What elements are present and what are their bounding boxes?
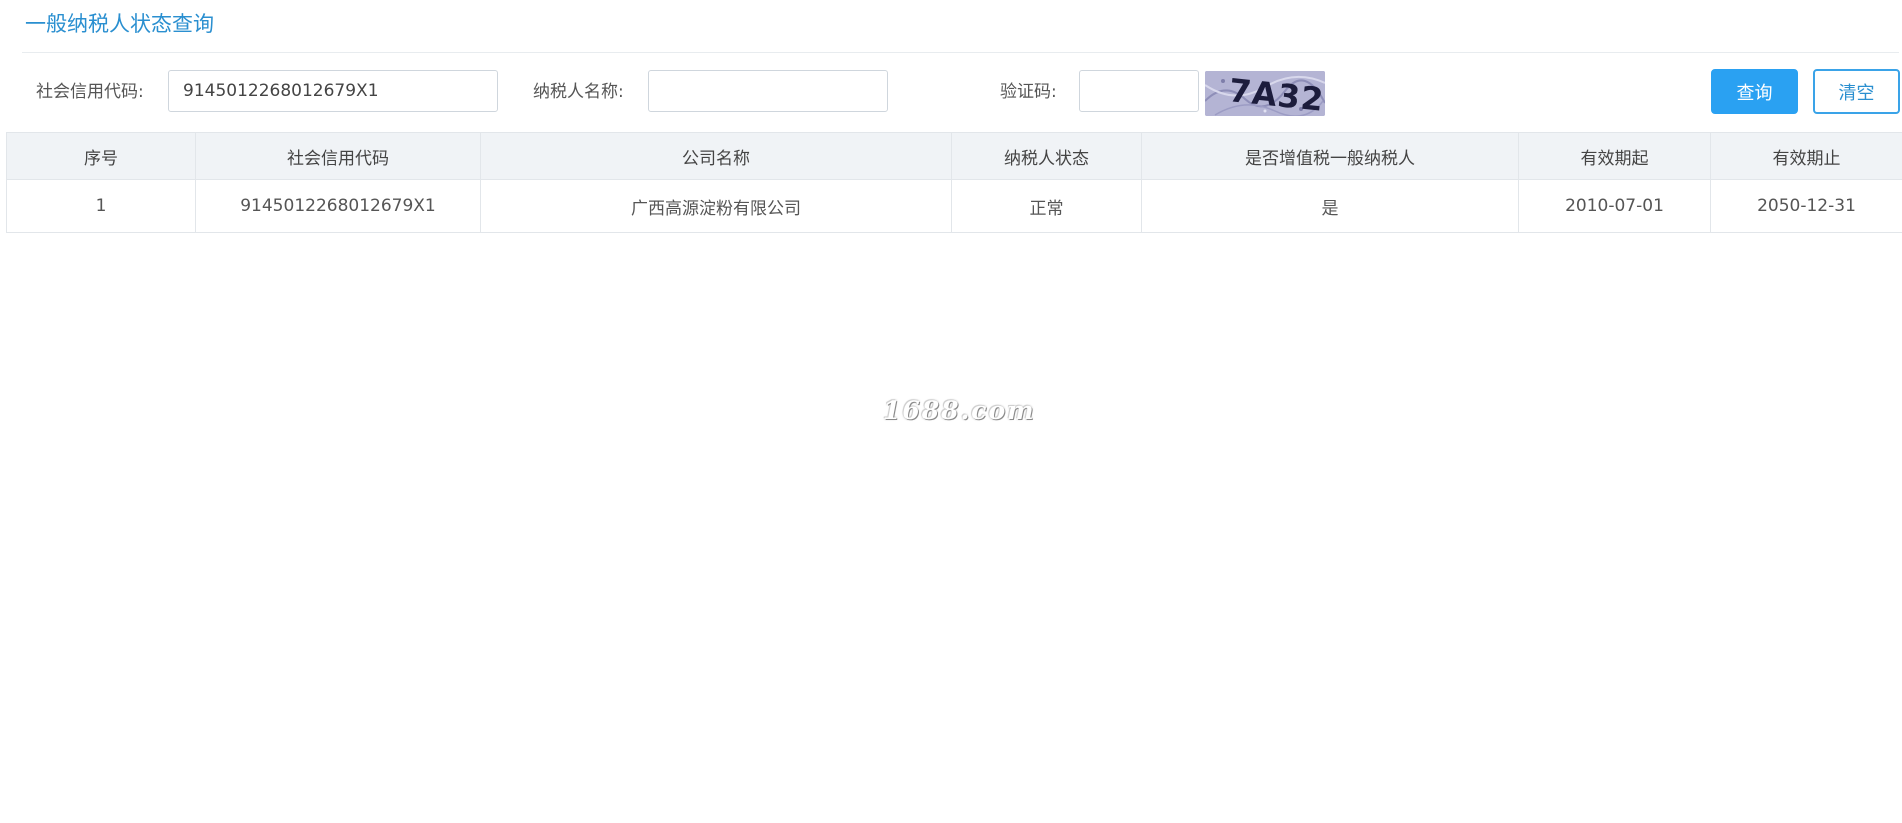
credit-code-input[interactable] [168, 70, 498, 112]
cell-index: 1 [6, 179, 196, 233]
cell-vat-general: 是 [1141, 179, 1519, 233]
page: 一般纳税人状态查询 社会信用代码: 纳税人名称: 验证码: 7A32 查询 清空 [0, 0, 1902, 823]
taxpayer-name-input[interactable] [648, 70, 888, 112]
cell-credit-code: 9145012268012679X1 [195, 179, 481, 233]
credit-code-label: 社会信用代码: [36, 82, 144, 102]
table-header-row: 序号 社会信用代码 公司名称 纳税人状态 是否增值税一般纳税人 有效期起 有效期… [6, 132, 1902, 180]
column-header-credit-code: 社会信用代码 [195, 132, 481, 180]
column-header-vat-general: 是否增值税一般纳税人 [1141, 132, 1519, 180]
page-title: 一般纳税人状态查询 [25, 12, 214, 36]
cell-valid-to: 2050-12-31 [1710, 179, 1902, 233]
column-header-valid-to: 有效期止 [1710, 132, 1902, 180]
column-header-valid-from: 有效期起 [1518, 132, 1711, 180]
captcha-input[interactable] [1079, 70, 1199, 112]
watermark: 1688.com [883, 396, 1036, 425]
column-header-index: 序号 [6, 132, 196, 180]
title-divider [22, 52, 1899, 53]
clear-button[interactable]: 清空 [1813, 69, 1900, 114]
captcha-image[interactable]: 7A32 [1205, 71, 1325, 116]
cell-company-name: 广西高源淀粉有限公司 [480, 179, 952, 233]
table-row: 1 9145012268012679X1 广西高源淀粉有限公司 正常 是 201… [6, 179, 1902, 233]
results-table: 序号 社会信用代码 公司名称 纳税人状态 是否增值税一般纳税人 有效期起 有效期… [6, 132, 1902, 233]
cell-taxpayer-status: 正常 [951, 179, 1142, 233]
captcha-label: 验证码: [1000, 82, 1057, 102]
column-header-company-name: 公司名称 [480, 132, 952, 180]
taxpayer-name-label: 纳税人名称: [533, 82, 624, 102]
cell-valid-from: 2010-07-01 [1518, 179, 1711, 233]
column-header-taxpayer-status: 纳税人状态 [951, 132, 1142, 180]
query-button[interactable]: 查询 [1711, 69, 1798, 114]
